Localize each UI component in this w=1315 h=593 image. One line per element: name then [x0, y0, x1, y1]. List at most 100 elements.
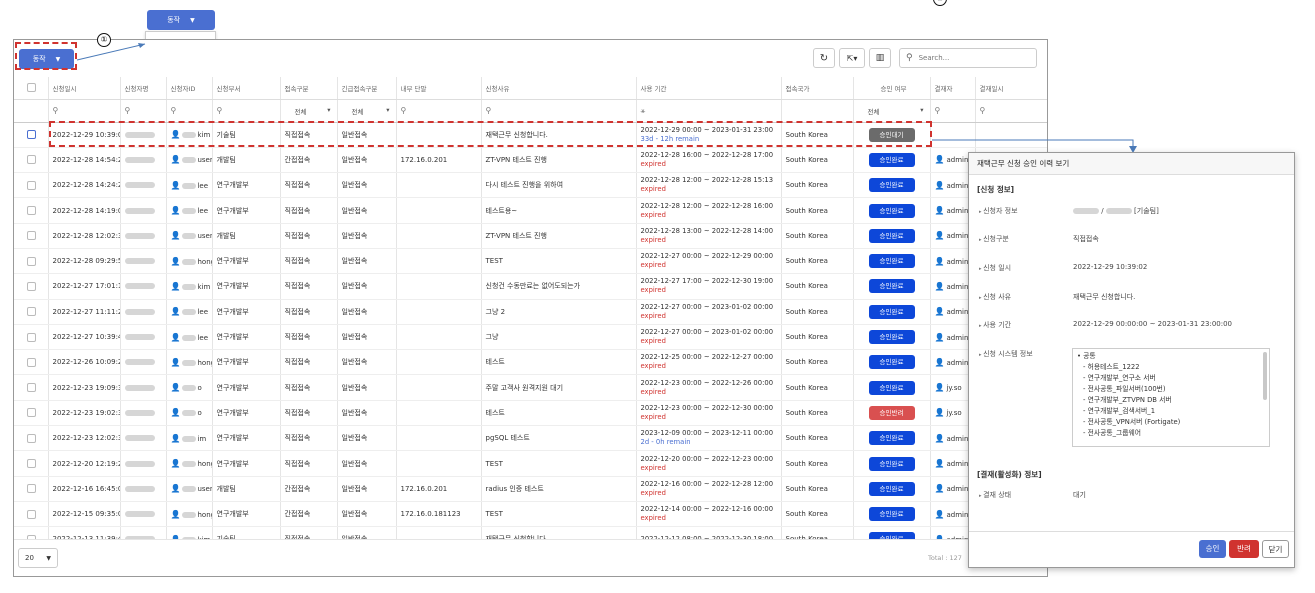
col-header[interactable]: 긴급접속구분 [337, 77, 397, 100]
request-date: 2022-12-28 14:54:28 [48, 147, 121, 174]
row-checkbox[interactable] [27, 383, 36, 393]
row-checkbox[interactable] [27, 484, 36, 494]
approval-status-badge[interactable]: 승인반려 [868, 405, 915, 420]
table-row[interactable]: 2022-12-27 17:01:17 👤 kim 연구개발부 직접접속 일반접속 신청건 … [14, 273, 1047, 300]
select-all-checkbox[interactable] [27, 83, 36, 93]
filter-select[interactable]: 전체 ▾ [337, 99, 397, 123]
row-checkbox[interactable] [27, 307, 36, 317]
table-row[interactable]: 2022-12-28 14:19:08 👤 lee 연구개발부 직접접속 일반접속 테스트용… [14, 197, 1047, 224]
filter-select[interactable]: 전체 ▾ [853, 99, 931, 123]
approval-status-badge[interactable]: 승인완료 [868, 178, 915, 193]
close-button[interactable]: 닫기 [1262, 540, 1289, 558]
refresh-button[interactable]: ↻ [813, 48, 835, 68]
table-row[interactable]: 2022-12-16 16:45:01 👤 user 개발팀 간접접속 일반접속 172.1… [14, 476, 1047, 502]
row-checkbox[interactable] [27, 155, 36, 165]
approval-cell: 승인완료 [853, 197, 931, 224]
table-row[interactable]: 2022-12-23 19:02:31 👤 o 연구개발부 직접접속 일반접속 테스트 202… [14, 400, 1047, 427]
filter-cell[interactable]: ⚲ [120, 99, 167, 123]
col-header[interactable]: 신청사유 [481, 77, 637, 100]
redacted-name [124, 359, 155, 366]
system-item: - 연구개발부_ZTVPN DB 서버 [1083, 396, 1172, 404]
row-checkbox[interactable] [27, 256, 36, 266]
period-range: 2022-12-20 00:00 ~ 2022-12-23 00:00 [640, 454, 774, 463]
scrollbar-thumb[interactable] [1263, 352, 1267, 400]
row-checkbox[interactable] [27, 459, 36, 468]
table-row[interactable]: 2022-12-26 10:09:22 👤 hong연구개발부직접접속일반접속 테스트… [14, 349, 1047, 376]
filter-cell[interactable]: ⚲ [48, 99, 121, 123]
approve-button[interactable]: 승인 [1199, 540, 1226, 558]
system-list-box[interactable]: • 공통 - 허용테스트_1222 - 연구개발부_연구소 서버 - 전사공통_… [1072, 348, 1270, 447]
action-dropdown-open-button[interactable]: 동작 ▼ [147, 10, 215, 30]
row-checkbox[interactable] [27, 433, 36, 443]
col-header[interactable]: 신청자명 [120, 77, 167, 100]
reject-button[interactable]: 반려 [1229, 540, 1259, 558]
row-checkbox[interactable] [27, 281, 36, 291]
approval-status-badge[interactable]: 승인완료 [868, 279, 915, 294]
export-button[interactable]: ⇱▾ [839, 48, 865, 68]
approval-status-badge[interactable]: 승인완료 [868, 456, 915, 471]
col-header[interactable]: 결재자 [930, 77, 976, 100]
search-input[interactable] [918, 54, 1019, 62]
period-status: expired [640, 286, 666, 295]
approval-status-badge[interactable]: 승인완료 [868, 330, 915, 345]
filter-cell[interactable]: ⚲ [930, 99, 976, 123]
approver: admin [946, 358, 969, 367]
filter-cell[interactable]: ⚲ [481, 99, 637, 123]
approval-status-badge[interactable]: 승인완료 [868, 254, 915, 269]
row-checkbox[interactable] [27, 357, 36, 367]
row-checkbox[interactable] [27, 180, 36, 190]
approval-status-badge[interactable]: 승인완료 [868, 481, 915, 496]
col-header[interactable]: 신청부서 [212, 77, 281, 100]
filter-cell[interactable]: ⚲ [166, 99, 213, 123]
col-header[interactable]: 접속구분 [280, 77, 338, 100]
row-checkbox[interactable] [27, 130, 36, 140]
page-size-select[interactable]: 20 ▼ [18, 548, 58, 568]
table-row[interactable]: 2022-12-27 11:11:29 👤 lee 연구개발부 직접접속 일반접속 그냥 2… [14, 299, 1047, 325]
column-toggle-button[interactable]: ▥ [869, 48, 891, 68]
col-header[interactable]: 사용 기간 [636, 77, 782, 100]
table-row[interactable]: 2022-12-27 10:39:41 👤 lee 연구개발부 직접접속 일반접속 그냥 20… [14, 324, 1047, 351]
requester-name [120, 273, 167, 300]
row-select-cell [14, 223, 49, 249]
filter-select[interactable]: 전체 ▾ [280, 99, 338, 123]
row-checkbox[interactable] [27, 509, 36, 519]
approval-status-badge[interactable]: 승인완료 [868, 228, 915, 243]
col-header[interactable]: 결재일시 [975, 77, 1047, 100]
filter-cell[interactable]: ⚲ [975, 99, 1047, 123]
row-checkbox[interactable] [27, 408, 36, 418]
row-checkbox[interactable] [27, 206, 36, 216]
approval-status-badge[interactable]: 승인완료 [868, 380, 915, 395]
table-row[interactable]: 2022-12-28 14:54:28 👤 user 개발팀 간접접속 일반접속 172.1… [14, 147, 1047, 174]
filter-cell[interactable]: ⚲ [212, 99, 281, 123]
internal-terminal [396, 223, 482, 249]
col-header[interactable]: 내부 단말 [396, 77, 482, 100]
approval-status-badge[interactable]: 승인완료 [868, 431, 915, 446]
period-row: 사용 기간2022-12-29 00:00:00 ~ 2023-01-31 23… [979, 320, 1232, 330]
approval-status-badge[interactable]: 승인완료 [868, 203, 915, 218]
table-row[interactable]: 2022-12-20 12:19:24 👤 hong연구개발부직접접속일반접속 TES… [14, 450, 1047, 477]
period-status: expired [640, 159, 666, 168]
row-checkbox[interactable] [27, 231, 36, 241]
col-header[interactable]: 접속국가 [781, 77, 854, 100]
search-box[interactable]: ⚲ [899, 48, 1037, 68]
table-row[interactable]: 2022-12-28 09:29:53 👤 hong연구개발부직접접속일반접속 TES… [14, 248, 1047, 275]
filter-cell[interactable]: ⚲ [396, 99, 482, 123]
department: 연구개발부 [212, 197, 281, 224]
col-header[interactable]: 승인 여부 [853, 77, 931, 100]
row-select-cell [14, 349, 49, 376]
row-checkbox[interactable] [27, 332, 36, 342]
connection-type: 간접접속 [280, 501, 338, 528]
approval-status-badge[interactable]: 승인완료 [868, 355, 915, 370]
caret-down-icon: ▾ [327, 105, 331, 114]
table-row[interactable]: 2022-12-23 12:02:34 👤 im 연구개발부 직접접속 일반접속 pgSQL… [14, 425, 1047, 452]
approval-status-badge[interactable]: 승인완료 [868, 507, 915, 522]
approval-status-badge[interactable]: 승인완료 [868, 152, 915, 167]
table-row[interactable]: 2022-12-28 12:02:33 👤 user 개발팀 직접접속 일반접속 ZT-VP… [14, 223, 1047, 249]
table-row[interactable]: 2022-12-28 14:24:23 👤 lee 연구개발부 직접접속 일반접속 다시 테… [14, 172, 1047, 199]
col-header[interactable]: 신청일시 [48, 77, 121, 100]
col-header[interactable]: 신청자ID [166, 77, 213, 100]
approval-status-badge[interactable]: 승인완료 [868, 304, 915, 319]
filter-cell[interactable]: ⚹ [636, 99, 782, 123]
table-row[interactable]: 2022-12-15 09:35:08 👤 hong연구개발부간접접속일반접속172… [14, 501, 1047, 528]
table-row[interactable]: 2022-12-23 19:09:38 👤 o 연구개발부 직접접속 일반접속 주말 고객사… [14, 374, 1047, 401]
